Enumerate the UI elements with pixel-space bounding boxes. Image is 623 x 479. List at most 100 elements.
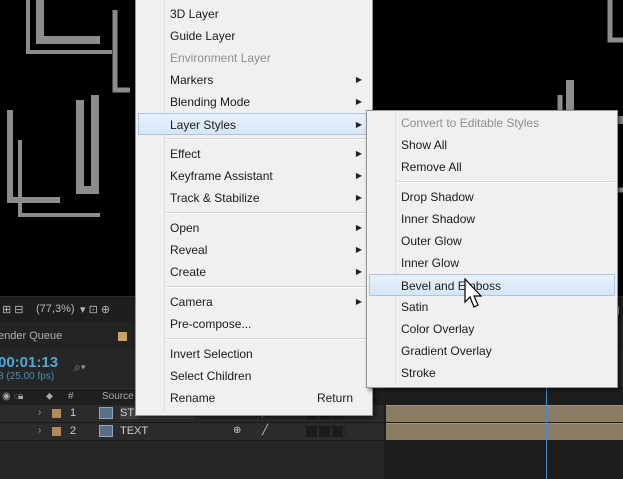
mouse-cursor-icon xyxy=(464,278,483,308)
menu-item-effect[interactable]: Effect ▶ xyxy=(138,143,370,165)
menu-item-label: Markers xyxy=(170,73,214,87)
search-icon[interactable]: ⌕▾ xyxy=(74,360,86,375)
menu-item-label: Select Children xyxy=(170,369,252,383)
eye-icon[interactable]: ◉ ◌ xyxy=(2,391,19,402)
triangle-right-icon: ▶ xyxy=(355,223,362,232)
menu-item-remove-all[interactable]: Remove All xyxy=(369,156,615,178)
menu-item-label: Layer Styles xyxy=(170,118,237,132)
chevron-down-icon[interactable]: ▾ ⊡ ⊕ xyxy=(80,303,110,316)
menu-separator xyxy=(397,181,615,183)
triangle-right-icon: ▶ xyxy=(355,267,362,276)
menu-item-invert-selection[interactable]: Invert Selection xyxy=(138,343,370,365)
menu-item-label: Inner Shadow xyxy=(401,212,476,226)
menu-item-label: Gradient Overlay xyxy=(401,344,492,358)
label-color-swatch[interactable] xyxy=(52,409,61,418)
layer-number: 1 xyxy=(70,407,77,419)
menu-item-reveal[interactable]: Reveal ▶ xyxy=(138,239,370,261)
menu-item-inner-shadow[interactable]: Inner Shadow xyxy=(369,208,615,230)
menu-item-convert-to-editable-styles: Convert to Editable Styles xyxy=(369,112,615,134)
layer-styles-submenu: Convert to Editable Styles Show All Remo… xyxy=(366,110,618,388)
zoom-dropdown[interactable]: (77,3%) xyxy=(36,303,75,315)
menu-item-show-all[interactable]: Show All xyxy=(369,134,615,156)
triangle-right-icon: ▶ xyxy=(355,245,362,254)
menu-item-label: Pre-compose... xyxy=(170,317,252,331)
comp-layer-icon xyxy=(99,425,113,437)
menu-item-markers[interactable]: Markers ▶ xyxy=(138,69,370,91)
triangle-right-icon: ▶ xyxy=(355,171,362,180)
triangle-right-icon: ▶ xyxy=(355,120,362,129)
menu-item-label: Effect xyxy=(170,147,201,161)
menu-item-color-overlay[interactable]: Color Overlay xyxy=(369,318,615,340)
shy-switch-icon[interactable]: ⊕ xyxy=(233,425,241,436)
menu-item-label: Guide Layer xyxy=(170,29,236,43)
tab-label: ender Queue xyxy=(0,330,63,342)
triangle-right-icon: ▶ xyxy=(355,97,362,106)
comp-color-swatch xyxy=(118,332,127,341)
expand-twirl-icon[interactable]: › xyxy=(38,407,41,418)
lock-icon[interactable]: 🔒︎ xyxy=(18,391,23,402)
menu-separator xyxy=(166,286,370,288)
menu-item-label: Camera xyxy=(170,295,213,309)
layer-duration-bar[interactable] xyxy=(386,405,623,422)
menu-item-environment-layer: Environment Layer xyxy=(138,47,370,69)
quality-switch-icon[interactable]: ╱ xyxy=(262,425,268,436)
tag-icon[interactable]: ⬥ xyxy=(46,391,53,402)
menu-item-pre-compose[interactable]: Pre-compose... xyxy=(138,313,370,335)
label-color-swatch[interactable] xyxy=(52,427,61,436)
layer-context-menu: 3D Layer Guide Layer Environment Layer M… xyxy=(135,0,373,416)
menu-item-satin[interactable]: Satin xyxy=(369,296,615,318)
menu-item-bevel-and-emboss[interactable]: Bevel and Emboss xyxy=(369,274,615,296)
triangle-right-icon: ▶ xyxy=(355,297,362,306)
menu-item-inner-glow[interactable]: Inner Glow xyxy=(369,252,615,274)
menu-item-label: Color Overlay xyxy=(401,322,475,336)
menu-item-stroke[interactable]: Stroke xyxy=(369,362,615,384)
current-timecode[interactable]: 00:01:13 xyxy=(0,354,58,371)
column-source-name[interactable]: Source I xyxy=(102,391,139,402)
menu-item-select-children[interactable]: Select Children xyxy=(138,365,370,387)
menu-item-label: Rename xyxy=(170,391,216,405)
layer-duration-bar[interactable] xyxy=(386,423,623,440)
menu-item-camera[interactable]: Camera ▶ xyxy=(138,291,370,313)
grid-icon[interactable]: ⊞ ⊟ xyxy=(2,303,24,316)
layer-number: 2 xyxy=(70,425,77,437)
expand-twirl-icon[interactable]: › xyxy=(38,425,41,436)
menu-item-label: Reveal xyxy=(170,243,208,257)
menu-item-label: Convert to Editable Styles xyxy=(401,116,540,130)
column-number: # xyxy=(68,391,74,402)
menu-item-label: 3D Layer xyxy=(170,7,219,21)
menu-item-label: Drop Shadow xyxy=(401,190,474,204)
menu-separator xyxy=(166,212,370,214)
menu-item-label: Satin xyxy=(401,300,429,314)
menu-item-label: Create xyxy=(170,265,207,279)
menu-item-gradient-overlay[interactable]: Gradient Overlay xyxy=(369,340,615,362)
layer-row[interactable]: › 2 TEXT ⊕ ╱ xyxy=(0,423,384,441)
triangle-right-icon: ▶ xyxy=(355,193,362,202)
menu-item-drop-shadow[interactable]: Drop Shadow xyxy=(369,186,615,208)
menu-item-blending-mode[interactable]: Blending Mode ▶ xyxy=(138,91,370,113)
menu-item-label: Track & Stabilize xyxy=(170,191,260,205)
menu-item-guide-layer[interactable]: Guide Layer xyxy=(138,25,370,47)
menu-item-create[interactable]: Create ▶ xyxy=(138,261,370,283)
menu-item-shortcut: Return xyxy=(316,391,353,405)
menu-item-open[interactable]: Open ▶ xyxy=(138,217,370,239)
menu-separator xyxy=(166,138,370,140)
layer-switches[interactable] xyxy=(306,426,346,437)
menu-item-label: Open xyxy=(170,221,200,235)
menu-item-label: Invert Selection xyxy=(170,347,253,361)
menu-item-layer-styles[interactable]: Layer Styles ▶ xyxy=(138,113,370,135)
menu-item-keyframe-assistant[interactable]: Keyframe Assistant ▶ xyxy=(138,165,370,187)
menu-item-rename[interactable]: Rename Return xyxy=(138,387,370,409)
layer-name[interactable]: TEXT xyxy=(120,425,148,437)
menu-item-3d-layer[interactable]: 3D Layer xyxy=(138,3,370,25)
menu-item-label: Environment Layer xyxy=(170,51,271,65)
menu-item-track-stabilize[interactable]: Track & Stabilize ▶ xyxy=(138,187,370,209)
menu-item-label: Inner Glow xyxy=(401,256,460,270)
menu-item-outer-glow[interactable]: Outer Glow xyxy=(369,230,615,252)
menu-item-label: Show All xyxy=(401,138,448,152)
menu-item-label: Keyframe Assistant xyxy=(170,169,273,183)
menu-item-label: Remove All xyxy=(401,160,462,174)
triangle-right-icon: ▶ xyxy=(355,149,362,158)
frame-rate-label: 8 (25.00 fps) xyxy=(0,371,55,382)
playhead[interactable] xyxy=(546,386,547,479)
menu-item-label: Stroke xyxy=(401,366,436,380)
